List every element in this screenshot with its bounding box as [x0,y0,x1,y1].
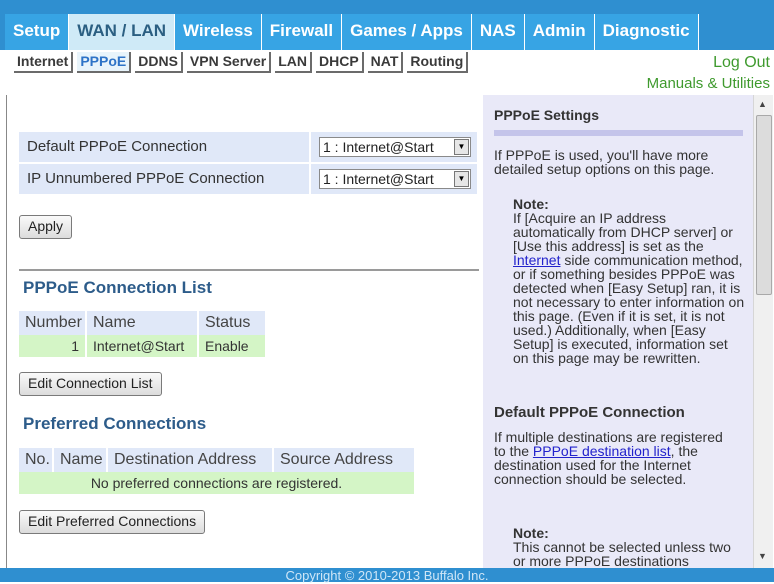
subtab-routing[interactable]: Routing [407,52,469,73]
default-connection-row: Default PPPoE Connection 1 : Internet@St… [19,132,477,162]
tab-firewall[interactable]: Firewall [261,14,343,50]
connection-status: Enable [199,335,265,357]
column-header: Name [87,311,197,335]
edit-preferred-connections-button[interactable]: Edit Preferred Connections [19,510,206,534]
table-header: No. Name Destination Address Source Addr… [19,448,416,472]
apply-button[interactable]: Apply [19,215,73,239]
column-header: Status [199,311,265,335]
dropdown-arrow-icon[interactable]: ▼ [454,171,469,187]
table-row: 1 Internet@Start Enable [19,335,267,357]
scroll-down-icon[interactable]: ▼ [758,551,767,561]
help-scrollbar[interactable]: ▲ ▼ [753,95,773,568]
top-navigation: Setup WAN / LAN Wireless Firewall Games … [0,0,774,50]
tab-wireless[interactable]: Wireless [175,14,262,50]
unnumbered-connection-cell: 1 : Internet@Start ▼ [311,164,477,194]
default-connection-help-title: Default PPPoE Connection [494,404,685,421]
connection-list-table: Number Name Status 1 Internet@Start Enab… [19,311,267,357]
connection-name: Internet@Start [87,335,197,357]
sub-navigation: Internet PPPoE DDNS VPN Server LAN DHCP … [14,52,472,74]
column-header: Name [54,448,106,472]
tab-nas[interactable]: NAS [471,14,525,50]
subtab-internet[interactable]: Internet [14,52,74,73]
subtab-nat[interactable]: NAT [367,52,404,73]
divider [19,269,479,271]
scroll-up-icon[interactable]: ▲ [758,99,767,109]
default-connection-cell: 1 : Internet@Start ▼ [311,132,477,162]
default-connection-select[interactable]: 1 : Internet@Start ▼ [319,137,471,157]
unnumbered-connection-select[interactable]: 1 : Internet@Start ▼ [319,169,471,189]
help-pane: PPPoE Settings If PPPoE is used, you'll … [483,95,753,568]
column-header: Destination Address [108,448,272,472]
subtab-pppoe[interactable]: PPPoE [77,52,132,73]
pppoe-settings-table: Default PPPoE Connection 1 : Internet@St… [19,132,477,196]
default-connection-value: 1 : Internet@Start [323,139,434,155]
logout-link[interactable]: Log Out [713,54,770,72]
tab-wan-lan[interactable]: WAN / LAN [69,14,176,50]
column-header: Source Address [274,448,414,472]
subtab-ddns[interactable]: DDNS [135,52,183,73]
preferred-connections-title: Preferred Connections [23,414,207,433]
tab-games-apps[interactable]: Games / Apps [342,14,472,50]
note-label: Note: [513,196,549,212]
column-header: Number [19,311,85,335]
unnumbered-connection-row: IP Unnumbered PPPoE Connection 1 : Inter… [19,164,477,194]
note-text-part-2: side communication method, or if somethi… [513,252,745,366]
help-title: PPPoE Settings [494,107,600,123]
tab-setup[interactable]: Setup [5,14,70,50]
subtab-dhcp[interactable]: DHCP [315,52,364,73]
table-row: No preferred connections are registered. [19,472,416,494]
subtab-lan[interactable]: LAN [275,52,312,73]
empty-message: No preferred connections are registered. [19,472,414,494]
help-intro: If PPPoE is used, you'll have more detai… [494,147,715,177]
unnumbered-connection-value: 1 : Internet@Start [323,171,434,187]
subtab-vpn-server[interactable]: VPN Server [186,52,272,73]
scrollbar-thumb[interactable] [756,115,772,295]
tab-admin[interactable]: Admin [524,14,595,50]
note-text-part-1: If [Acquire an IP address automatically … [513,210,733,254]
connection-list-title: PPPoE Connection List [23,278,212,297]
note2-label: Note: [513,525,549,541]
dropdown-arrow-icon[interactable]: ▼ [454,139,469,155]
settings-pane: Default PPPoE Connection 1 : Internet@St… [6,95,482,568]
help-title-bar [494,130,743,136]
manuals-link[interactable]: Manuals & Utilities [647,75,770,92]
footer-copyright: Copyright © 2010-2013 Buffalo Inc. [0,568,774,583]
edit-connection-list-button[interactable]: Edit Connection List [19,372,162,396]
column-header: No. [19,448,52,472]
tab-diagnostic[interactable]: Diagnostic [594,14,699,50]
connection-number: 1 [19,335,85,357]
note2-text: This cannot be selected unless two or mo… [513,539,731,568]
default-connection-help-text: If multiple destinations are registered … [494,430,738,486]
table-header: Number Name Status [19,311,267,335]
preferred-connections-table: No. Name Destination Address Source Addr… [19,448,416,494]
main-tabs: Setup WAN / LAN Wireless Firewall Games … [5,14,699,50]
note-text: If [Acquire an IP address automatically … [513,211,745,365]
unnumbered-connection-label: IP Unnumbered PPPoE Connection [19,164,309,194]
default-connection-label: Default PPPoE Connection [19,132,309,162]
